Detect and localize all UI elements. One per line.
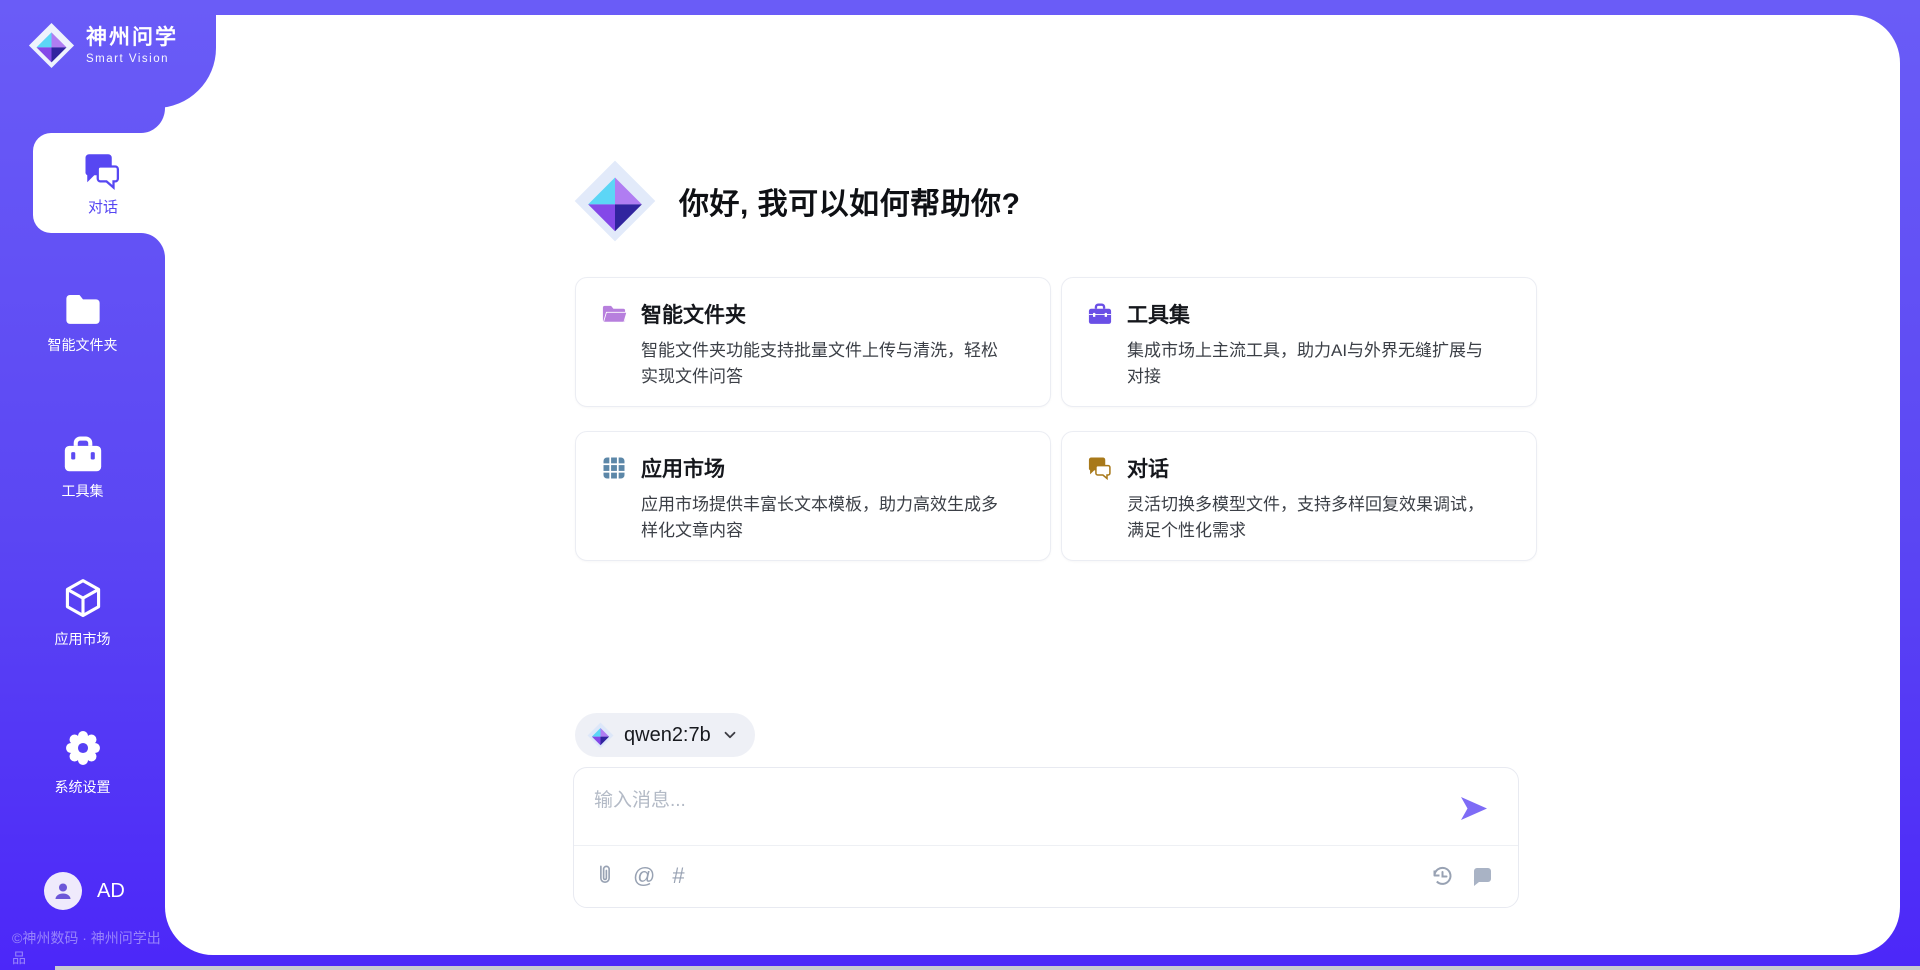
tab-fillet-top [141, 108, 165, 133]
sidebar-item-label: 应用市场 [55, 629, 111, 649]
model-name: qwen2:7b [624, 724, 711, 747]
hash-icon: # [672, 863, 684, 889]
brand-diamond-icon [573, 159, 657, 243]
topic-button[interactable]: # [672, 863, 684, 889]
folder-icon [62, 290, 104, 328]
card-smart-folder[interactable]: 智能文件夹 智能文件夹功能支持批量文件上传与清洗，轻松实现文件问答 [575, 277, 1051, 407]
mention-button[interactable]: @ [633, 863, 655, 889]
sidebar-item-smart-folder[interactable]: 智能文件夹 [0, 290, 165, 355]
send-icon [1460, 796, 1488, 821]
gear-icon [61, 726, 105, 770]
card-title: 应用市场 [641, 453, 725, 483]
person-icon [51, 879, 75, 903]
copyright-text: ©神州数码 · 神州问学出品 [12, 928, 165, 968]
card-description: 智能文件夹功能支持批量文件上传与清洗，轻松实现文件问答 [641, 338, 1009, 389]
sidebar-item-chat[interactable]: 对话 [33, 133, 173, 233]
tab-fillet-bottom [141, 233, 165, 258]
brand-name: 神州问学 [86, 26, 178, 49]
model-selector[interactable]: qwen2:7b [575, 713, 755, 757]
composer-toolbar: @ # [594, 846, 1494, 906]
main-panel: 你好, 我可以如何帮助你? 智能文件夹 智能文件夹功能支持批量文件上传与清洗，轻… [165, 15, 1900, 955]
app-background: 你好, 我可以如何帮助你? 智能文件夹 智能文件夹功能支持批量文件上传与清洗，轻… [0, 0, 1920, 970]
attach-file-button[interactable] [594, 863, 616, 889]
user-profile[interactable]: AD [44, 872, 125, 910]
message-input[interactable] [574, 768, 1474, 843]
history-button[interactable] [1430, 864, 1454, 888]
user-initials: AD [97, 880, 125, 903]
card-title: 工具集 [1127, 299, 1190, 329]
chat-bubble-icon [1470, 864, 1494, 888]
card-toolset[interactable]: 工具集 集成市场上主流工具，助力AI与外界无缝扩展与对接 [1061, 277, 1537, 407]
sidebar-item-label: 系统设置 [55, 777, 111, 797]
at-icon: @ [633, 863, 655, 889]
sidebar: 对话 智能文件夹 工具集 [0, 0, 165, 970]
sidebar-item-label: 对话 [88, 196, 118, 217]
folder-icon [600, 300, 628, 328]
model-diamond-icon [587, 722, 614, 749]
chevron-down-icon [721, 726, 739, 744]
card-title: 智能文件夹 [641, 299, 746, 329]
brand-logo-icon [28, 22, 75, 69]
message-composer: @ # [573, 767, 1519, 908]
sidebar-item-label: 工具集 [62, 481, 104, 501]
card-description: 应用市场提供丰富长文本模板，助力高效生成多样化文章内容 [641, 492, 1009, 543]
chat-icon [1086, 454, 1114, 482]
brand-subtitle: Smart Vision [86, 53, 178, 65]
avatar [44, 872, 82, 910]
card-title: 对话 [1127, 453, 1169, 483]
briefcase-icon [61, 434, 105, 474]
grid-icon [600, 454, 628, 482]
card-chat[interactable]: 对话 灵活切换多模型文件，支持多样回复效果调试，满足个性化需求 [1061, 431, 1537, 561]
card-description: 集成市场上主流工具，助力AI与外界无缝扩展与对接 [1127, 338, 1495, 389]
chat-icon [82, 150, 124, 190]
card-description: 灵活切换多模型文件，支持多样回复效果调试，满足个性化需求 [1127, 492, 1495, 543]
brand-block: 神州问学 Smart Vision [0, 0, 216, 108]
greeting-text: 你好, 我可以如何帮助你? [679, 179, 1021, 223]
cube-icon [61, 576, 105, 622]
sidebar-item-toolset[interactable]: 工具集 [0, 434, 165, 501]
history-icon [1430, 864, 1454, 888]
paperclip-icon [594, 863, 616, 889]
new-chat-button[interactable] [1470, 864, 1494, 888]
sidebar-item-app-market[interactable]: 应用市场 [0, 576, 165, 649]
sidebar-item-settings[interactable]: 系统设置 [0, 726, 165, 797]
briefcase-icon [1086, 300, 1114, 328]
greeting-row: 你好, 我可以如何帮助你? [573, 159, 1021, 243]
send-button[interactable] [1460, 796, 1488, 821]
window-edge [55, 966, 1920, 970]
card-app-market[interactable]: 应用市场 应用市场提供丰富长文本模板，助力高效生成多样化文章内容 [575, 431, 1051, 561]
feature-cards: 智能文件夹 智能文件夹功能支持批量文件上传与清洗，轻松实现文件问答 工具集 集成… [575, 277, 1537, 561]
sidebar-item-label: 智能文件夹 [48, 335, 118, 355]
